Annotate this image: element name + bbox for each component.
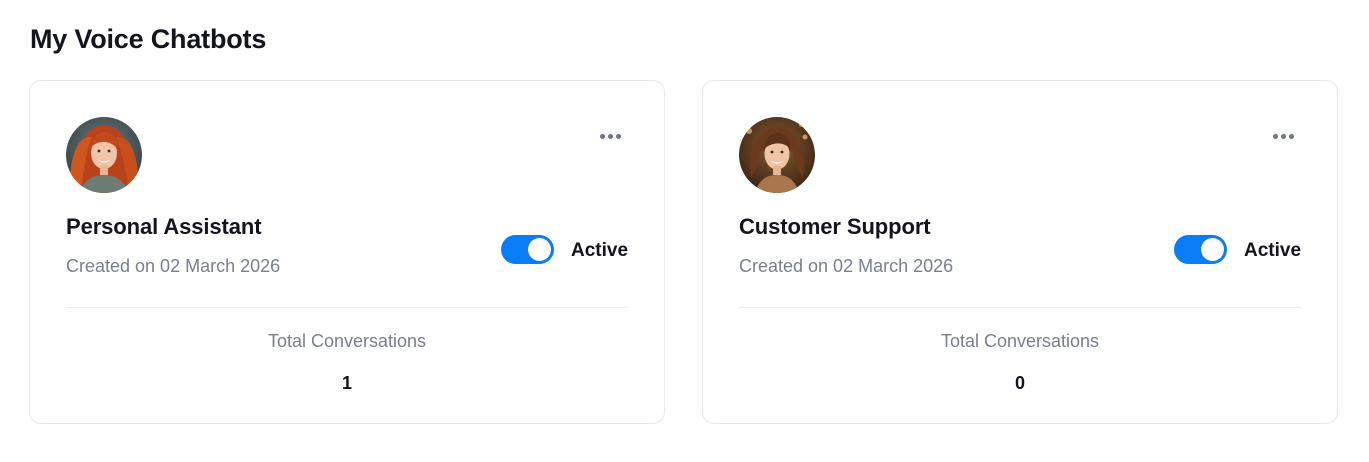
- chatbot-card: Personal Assistant Created on 02 March 2…: [29, 80, 665, 424]
- total-conversations-value: 1: [341, 373, 352, 393]
- more-horizontal-icon-dot: [1288, 133, 1294, 139]
- more-options-button[interactable]: [1261, 123, 1305, 149]
- total-conversations-value: 0: [1014, 373, 1025, 393]
- more-horizontal-icon-dot: [607, 133, 613, 139]
- chatbot-card-list: Personal Assistant Created on 02 March 2…: [29, 80, 1338, 424]
- status-label: Active: [1244, 240, 1302, 261]
- more-horizontal-icon: [1272, 133, 1278, 139]
- created-date: Created on 02 March 2026: [66, 256, 281, 276]
- active-toggle[interactable]: [501, 235, 554, 264]
- divider: [739, 307, 1301, 308]
- more-horizontal-icon: [599, 133, 605, 139]
- toggle-knob: [528, 238, 551, 261]
- more-options-button[interactable]: [588, 123, 632, 149]
- avatar-image: [66, 117, 142, 193]
- chatbot-card: Customer Support Created on 02 March 202…: [702, 80, 1338, 424]
- created-date: Created on 02 March 2026: [739, 256, 954, 276]
- status-label: Active: [571, 240, 629, 261]
- avatar: [66, 117, 142, 193]
- more-horizontal-icon-dot: [615, 133, 621, 139]
- toggle-knob: [1201, 238, 1224, 261]
- chatbot-name: Customer Support: [739, 214, 931, 239]
- more-horizontal-icon-dot: [1280, 133, 1286, 139]
- active-toggle[interactable]: [1174, 235, 1227, 264]
- divider: [66, 307, 628, 308]
- chatbot-name: Personal Assistant: [66, 214, 262, 239]
- total-conversations-label: Total Conversations: [267, 331, 427, 351]
- page-title: My Voice Chatbots: [30, 24, 267, 54]
- total-conversations-label: Total Conversations: [940, 331, 1100, 351]
- avatar: [739, 117, 815, 193]
- avatar-image: [739, 117, 815, 193]
